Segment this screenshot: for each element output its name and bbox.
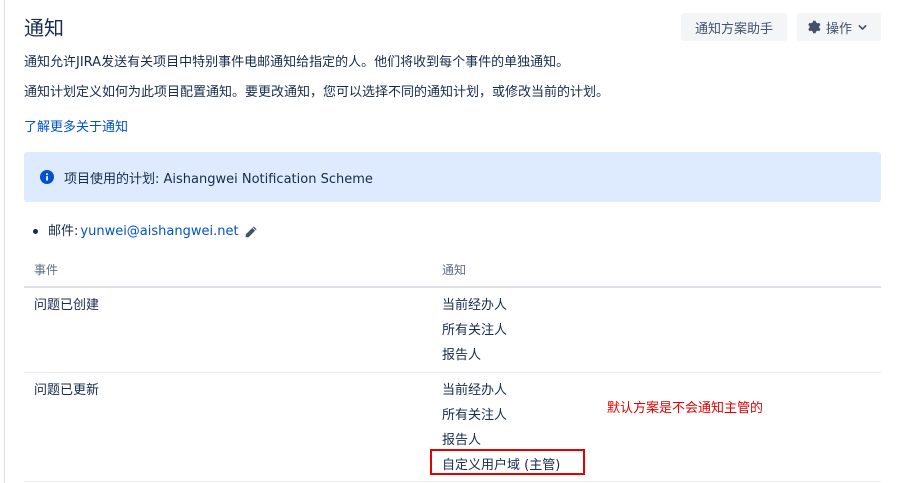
event-issue-created: 问题已创建: [34, 298, 100, 313]
page-title: 通知: [24, 16, 64, 40]
event-issue-updated: 问题已更新: [34, 383, 100, 398]
pencil-icon[interactable]: [244, 225, 258, 239]
notify-all-watchers: 所有关注人: [442, 323, 508, 338]
annotation-note: 默认方案是不会通知主管的: [607, 401, 764, 416]
description-line-1: 通知允许JIRA发送有关项目中特别事件电邮通知给指定的人。他们将收到每个事件的单…: [24, 55, 570, 70]
gear-icon: [808, 20, 821, 34]
actions-button-label: 操作: [826, 21, 853, 37]
actions-dropdown-button[interactable]: 操作: [797, 13, 881, 41]
annotation-highlight-box: [430, 449, 585, 475]
info-panel: 项目使用的计划: Aishangwei Notification Scheme: [24, 152, 881, 202]
notify-current-assignee: 当前经办人: [442, 383, 508, 398]
email-label: 邮件:: [48, 224, 79, 239]
email-setting: 邮件: yunwei@aishangwei.net: [33, 223, 258, 241]
notify-all-watchers: 所有关注人: [442, 408, 508, 423]
bullet-dot: [33, 229, 38, 234]
table-row-divider: [24, 372, 881, 373]
scheme-in-use-text: 项目使用的计划: Aishangwei Notification Scheme: [64, 171, 373, 187]
page-left-border: [4, 0, 5, 483]
table-header-divider: [24, 286, 881, 288]
column-header-notification: 通知: [442, 263, 467, 277]
column-header-event: 事件: [34, 263, 59, 277]
notify-current-assignee: 当前经办人: [442, 298, 508, 313]
notification-scheme-helper-button[interactable]: 通知方案助手: [681, 13, 787, 41]
table-bottom-divider: [24, 481, 881, 482]
email-address-link[interactable]: yunwei@aishangwei.net: [80, 223, 238, 241]
notify-reporter: 报告人: [442, 433, 482, 448]
description-line-2: 通知计划定义如何为此项目配置通知。要更改通知，您可以选择不同的通知计划，或修改当…: [24, 85, 610, 100]
info-icon: [40, 170, 54, 184]
notify-reporter: 报告人: [442, 348, 482, 363]
chevron-down-icon: [858, 24, 867, 30]
learn-more-link[interactable]: 了解更多关于通知: [24, 119, 128, 137]
